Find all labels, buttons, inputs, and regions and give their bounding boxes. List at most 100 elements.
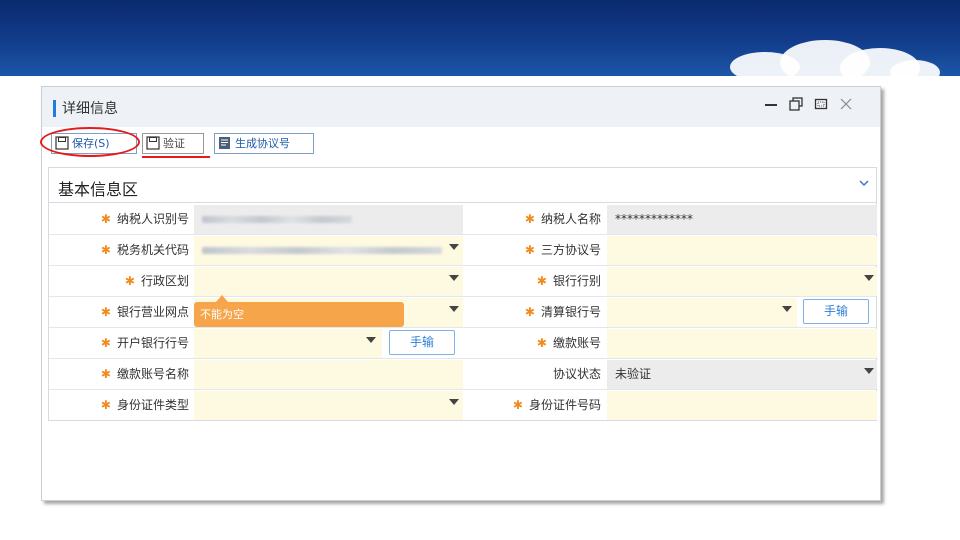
chevron-down-icon: [782, 306, 792, 312]
required-star-icon: ✱: [100, 305, 111, 319]
label-text: 身份证件号码: [528, 398, 601, 412]
toolbar: 保存(S) 验证 生成协议号: [42, 127, 880, 159]
id-type-label: ✱ 身份证件类型: [49, 390, 189, 420]
label-text: 缴款账号: [552, 336, 601, 350]
save-button-label: 保存(S): [72, 137, 110, 150]
label-text: 协议状态: [552, 367, 601, 381]
panel-title: 基本信息区: [58, 180, 139, 199]
id-number-input[interactable]: [607, 391, 877, 420]
chevron-down-icon: [449, 306, 459, 312]
chevron-down-icon: [449, 399, 459, 405]
required-star-icon: ✱: [536, 274, 547, 288]
payment-account-input[interactable]: [607, 329, 877, 358]
close-icon[interactable]: [837, 97, 855, 115]
form-row: ✱ 纳税人识别号 ✱ 纳税人名称 *************: [49, 204, 877, 235]
tripartite-no-label: ✱ 三方协议号: [463, 235, 601, 265]
account-name-input[interactable]: [194, 360, 463, 389]
required-star-icon: ✱: [124, 274, 135, 288]
label-text: 银行行别: [552, 274, 601, 288]
chevron-down-icon: [864, 275, 874, 281]
chevron-down-icon: [449, 275, 459, 281]
taxpayer-id-field: [194, 205, 463, 234]
validation-tooltip: 不能为空: [194, 295, 404, 327]
blurred-value: [202, 216, 352, 223]
agreement-status-select[interactable]: 未验证: [607, 360, 877, 389]
required-star-icon: ✱: [536, 336, 547, 350]
admin-region-select[interactable]: [194, 267, 463, 296]
bank-branch-label: ✱ 银行营业网点: [49, 297, 189, 327]
generate-agreement-button[interactable]: 生成协议号: [214, 133, 314, 154]
document-list-icon: [219, 137, 230, 149]
tripartite-no-input[interactable]: [607, 236, 877, 265]
dialog-titlebar: 详细信息: [42, 87, 880, 127]
id-type-select[interactable]: [194, 391, 463, 420]
label-text: 缴款账号名称: [116, 367, 189, 381]
required-star-icon: ✱: [512, 398, 523, 412]
generate-agreement-label: 生成协议号: [235, 137, 290, 150]
form-row: ✱ 缴款账号名称 协议状态 未验证: [49, 359, 877, 390]
label-text: 纳税人识别号: [116, 212, 189, 226]
verify-button[interactable]: 验证: [142, 133, 204, 154]
chevron-down-icon: [864, 368, 874, 374]
label-text: 银行营业网点: [116, 305, 189, 319]
dialog-title: 详细信息: [62, 101, 118, 117]
chevron-down-icon: [366, 337, 376, 343]
title-accent-bar: [53, 100, 56, 117]
cloud-decoration: [890, 60, 940, 76]
form-row: ✱ 银行营业网点 ✱ 清算银行号 手输: [49, 297, 876, 328]
clearing-bank-label: ✱ 清算银行号: [463, 297, 601, 327]
panel-header: 基本信息区: [49, 168, 876, 203]
header-banner: [0, 0, 960, 76]
taxpayer-name-field: *************: [607, 205, 877, 234]
required-star-icon: ✱: [524, 212, 535, 226]
form-row: ✱ 税务机关代码 ✱ 三方协议号: [49, 235, 877, 266]
form-row: ✱ 行政区划 ✱ 银行行别: [49, 266, 877, 297]
maximize-icon[interactable]: [812, 97, 830, 115]
account-name-label: ✱ 缴款账号名称: [49, 359, 189, 389]
agreement-status-value: 未验证: [615, 367, 652, 381]
label-text: 三方协议号: [540, 243, 601, 257]
label-text: 开户银行行号: [116, 336, 189, 350]
label-text: 行政区划: [140, 274, 189, 288]
manual-input-button[interactable]: 手输: [803, 299, 869, 324]
label-text: 身份证件类型: [116, 398, 189, 412]
verify-button-label: 验证: [163, 137, 185, 150]
agreement-status-label: 协议状态: [463, 359, 601, 389]
basic-info-panel: 基本信息区 ✱ 纳税人识别号 ✱ 纳税人名称 ************* ✱ 税务机关…: [48, 167, 877, 421]
form-row: ✱ 开户银行行号 手输 ✱ 缴款账号: [49, 328, 877, 359]
label-text: 清算银行号: [540, 305, 601, 319]
floppy-disk-icon: [146, 136, 160, 150]
admin-region-label: ✱ 行政区划: [49, 266, 189, 296]
restore-icon[interactable]: [787, 97, 805, 115]
required-star-icon: ✱: [524, 305, 535, 319]
minimize-icon[interactable]: [762, 97, 780, 115]
taxpayer-id-label: ✱ 纳税人识别号: [49, 204, 189, 234]
required-star-icon: ✱: [100, 212, 111, 226]
label-text: 纳税人名称: [540, 212, 601, 226]
bank-type-select[interactable]: [607, 267, 877, 296]
blurred-value: [202, 247, 442, 254]
opening-bank-select[interactable]: [194, 329, 382, 358]
save-button[interactable]: 保存(S): [51, 133, 137, 154]
required-star-icon: ✱: [100, 398, 111, 412]
required-star-icon: ✱: [100, 243, 111, 257]
chevron-down-icon[interactable]: [858, 177, 870, 191]
clearing-bank-select[interactable]: [607, 298, 797, 327]
required-star-icon: ✱: [524, 243, 535, 257]
detail-dialog: 详细信息 保存(S) 验证 生成协议号 基本信息区 ✱纳税人识别号 ✱纳税人: [40, 86, 881, 501]
tax-office-code-select[interactable]: [194, 236, 463, 265]
annotation-underline: [142, 156, 210, 158]
label-text: 税务机关代码: [116, 243, 189, 257]
chevron-down-icon: [449, 244, 459, 250]
taxpayer-name-label: ✱ 纳税人名称: [463, 204, 601, 234]
id-number-label: ✱ 身份证件号码: [463, 390, 601, 420]
required-star-icon: ✱: [100, 336, 111, 350]
floppy-disk-icon: [55, 136, 69, 150]
bank-type-label: ✱ 银行行别: [463, 266, 601, 296]
tax-office-code-label: ✱ 税务机关代码: [49, 235, 189, 265]
manual-input-button[interactable]: 手输: [389, 330, 455, 355]
required-star-icon: ✱: [100, 367, 111, 381]
form-row: ✱ 身份证件类型 ✱ 身份证件号码: [49, 390, 877, 421]
opening-bank-label: ✱ 开户银行行号: [49, 328, 189, 358]
payment-account-label: ✱ 缴款账号: [463, 328, 601, 358]
